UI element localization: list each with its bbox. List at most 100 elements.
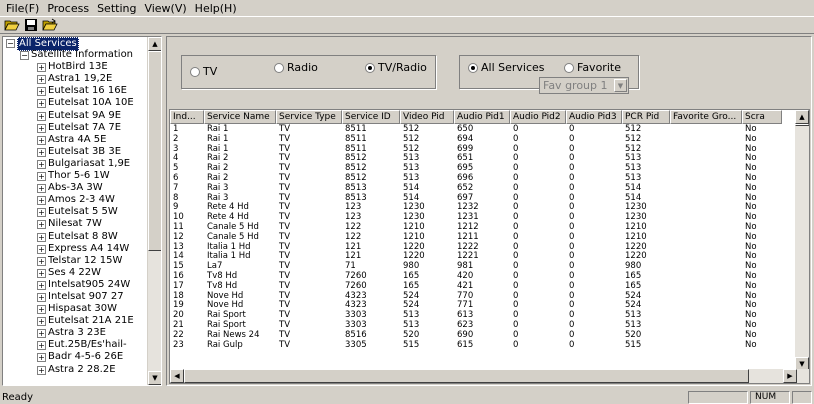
expand-icon[interactable]: +: [37, 123, 46, 133]
radio-all-services[interactable]: All Services: [468, 61, 545, 74]
table-row[interactable]: 3 Rai 1 TV 8511 512 699 0 0 512 No: [170, 144, 797, 154]
expand-icon[interactable]: +: [37, 244, 46, 254]
column-header[interactable]: Service Name: [204, 110, 276, 124]
expand-icon[interactable]: +: [37, 63, 46, 73]
tree-item-satellite[interactable]: + Eutelsat 8 8W: [3, 231, 149, 243]
radio-favorite[interactable]: Favorite: [564, 61, 621, 74]
chevron-down-icon[interactable]: ▼: [614, 79, 627, 92]
expand-icon[interactable]: +: [37, 292, 46, 302]
column-header[interactable]: Audio Pid3: [566, 110, 622, 124]
expand-icon[interactable]: +: [37, 99, 46, 109]
tree-item-satellite[interactable]: + Telstar 12 15W: [3, 255, 149, 267]
table-row[interactable]: 12 Canale 5 Hd TV 122 1210 1211 0 0 1210 No: [170, 232, 797, 242]
table-row[interactable]: 1 Rai 1 TV 8511 512 650 0 0 512 No: [170, 124, 797, 134]
table-row[interactable]: 6 Rai 2 TV 8512 513 696 0 0 513 No: [170, 173, 797, 183]
expand-icon[interactable]: +: [37, 172, 46, 182]
table-row[interactable]: 14 Italia 1 Hd TV 121 1220 1221 0 0 1220 No: [170, 251, 797, 261]
column-header[interactable]: Audio Pid1: [454, 110, 510, 124]
table-row[interactable]: 22 Rai News 24 TV 8516 520 690 0 0 520 No: [170, 330, 797, 340]
table-row[interactable]: 19 Nove Hd TV 4323 524 771 0 0 524 No: [170, 300, 797, 310]
table-row[interactable]: 18 Nove Hd TV 4323 524 770 0 0 524 No: [170, 291, 797, 301]
expand-icon[interactable]: +: [37, 147, 46, 157]
tree-item-satellite[interactable]: + Astra 4A 5E: [3, 134, 149, 146]
table-row[interactable]: 20 Rai Sport TV 3303 513 613 0 0 513 No: [170, 310, 797, 320]
tree-item-satellite[interactable]: + Eut.25B/Es'hail-: [3, 339, 149, 351]
expand-icon[interactable]: +: [37, 208, 46, 218]
column-header[interactable]: Audio Pid2: [510, 110, 566, 124]
column-header[interactable]: Service ID: [342, 110, 400, 124]
table-row[interactable]: 23 Rai Gulp TV 3305 515 615 0 0 515 No: [170, 340, 797, 350]
expand-icon[interactable]: +: [37, 256, 46, 266]
tree-item-satellite[interactable]: + Eutelsat 21A 21E: [3, 315, 149, 327]
radio-tv[interactable]: TV: [190, 65, 217, 78]
table-row[interactable]: 4 Rai 2 TV 8512 513 651 0 0 513 No: [170, 153, 797, 163]
menu-item-0[interactable]: File(F): [2, 2, 43, 15]
expand-icon[interactable]: +: [37, 305, 46, 315]
expand-icon[interactable]: +: [37, 341, 46, 351]
expand-icon[interactable]: +: [37, 268, 46, 278]
satellite-tree[interactable]: − All Services − Satellite Information + HotB…: [2, 36, 162, 386]
menu-item-1[interactable]: Process: [43, 2, 93, 15]
table-row[interactable]: 10 Rete 4 Hd TV 123 1230 1231 0 0 1230 No: [170, 212, 797, 222]
table-row[interactable]: 5 Rai 2 TV 8512 513 695 0 0 513 No: [170, 163, 797, 173]
table-row[interactable]: 8 Rai 3 TV 8513 514 697 0 0 514 No: [170, 193, 797, 203]
expand-icon[interactable]: +: [37, 111, 46, 121]
tree-item-satellite[interactable]: + Intelsat905 24W: [3, 279, 149, 291]
table-scroll-thumb[interactable]: [795, 124, 809, 126]
table-row[interactable]: 9 Rete 4 Hd TV 123 1230 1232 0 0 1230 No: [170, 202, 797, 212]
scroll-right-icon[interactable]: ▶: [783, 369, 797, 383]
expand-icon[interactable]: +: [37, 317, 46, 327]
scroll-down-icon[interactable]: ▼: [148, 371, 161, 385]
menu-item-3[interactable]: View(V): [140, 2, 190, 15]
menu-item-4[interactable]: Help(H): [191, 2, 241, 15]
tree-item-satellite[interactable]: + Astra 3 23E: [3, 327, 149, 339]
scroll-up-icon[interactable]: ▲: [148, 37, 161, 51]
column-header[interactable]: Service Type: [276, 110, 342, 124]
table-hscroll-thumb[interactable]: [184, 369, 749, 383]
column-header[interactable]: Favorite Gro...: [670, 110, 742, 124]
tree-item-satellite[interactable]: + Astra 2 28.2E: [3, 364, 149, 376]
expand-icon[interactable]: +: [37, 159, 46, 169]
expand-icon[interactable]: +: [37, 75, 46, 85]
column-header[interactable]: Scra: [742, 110, 782, 124]
table-row[interactable]: 2 Rai 1 TV 8511 512 694 0 0 512 No: [170, 134, 797, 144]
scroll-up-icon[interactable]: ▲: [795, 110, 809, 124]
tree-item-satellite[interactable]: + Astra1 19,2E: [3, 73, 149, 85]
tree-item-satellite[interactable]: + Nilesat 7W: [3, 218, 149, 230]
expand-icon[interactable]: +: [37, 280, 46, 290]
tree-item-satellite[interactable]: + Eutelsat 5 5W: [3, 206, 149, 218]
tree-item-satellite[interactable]: + Thor 5-6 1W: [3, 170, 149, 182]
tree-item-satellite[interactable]: + Abs-3A 3W: [3, 182, 149, 194]
expand-icon[interactable]: +: [37, 220, 46, 230]
scroll-left-icon[interactable]: ◀: [170, 369, 184, 383]
tree-root-all-services[interactable]: − All Services: [3, 37, 149, 51]
column-header[interactable]: Video Pid: [400, 110, 454, 124]
menu-item-2[interactable]: Setting: [93, 2, 140, 15]
tree-item-satellite[interactable]: + Amos 2-3 4W: [3, 194, 149, 206]
table-row[interactable]: 17 Tv8 Hd TV 7260 165 421 0 0 165 No: [170, 281, 797, 291]
expand-icon[interactable]: +: [37, 135, 46, 145]
tree-vertical-scrollbar[interactable]: ▲ ▼: [147, 37, 161, 385]
table-row[interactable]: 11 Canale 5 Hd TV 122 1210 1212 0 0 1210 No: [170, 222, 797, 232]
tree-item-satellite[interactable]: + Ses 4 22W: [3, 267, 149, 279]
tree-item-satellite[interactable]: + Eutelsat 7A 7E: [3, 122, 149, 134]
expand-icon[interactable]: +: [37, 232, 46, 242]
tree-item-satellite[interactable]: + Eutelsat 10A 10E: [3, 97, 149, 109]
tree-item-satellite[interactable]: + Intelsat 907 27: [3, 291, 149, 303]
save-disk-icon[interactable]: [22, 17, 40, 33]
tree-scroll-thumb[interactable]: [148, 51, 161, 251]
tree-item-satellite[interactable]: + Express A4 14W: [3, 243, 149, 255]
expand-icon[interactable]: +: [37, 353, 46, 363]
table-row[interactable]: 15 La7 TV 71 980 981 0 0 980 No: [170, 261, 797, 271]
fav-group-select[interactable]: Fav group 1 ▼: [539, 77, 629, 94]
table-row[interactable]: 7 Rai 3 TV 8513 514 652 0 0 514 No: [170, 183, 797, 193]
tree-item-satellite[interactable]: + Eutelsat 3B 3E: [3, 146, 149, 158]
expand-icon[interactable]: +: [37, 184, 46, 194]
collapse-icon[interactable]: −: [20, 51, 29, 61]
tree-item-satellite[interactable]: + Eutelsat 16 16E: [3, 85, 149, 97]
column-header[interactable]: PCR Pid: [622, 110, 670, 124]
radio-tv-radio[interactable]: TV/Radio: [365, 61, 427, 74]
tree-group-satellite-info[interactable]: − Satellite Information: [3, 49, 149, 61]
table-vertical-scrollbar[interactable]: ▲ ▼: [795, 110, 809, 371]
table-row[interactable]: 13 Italia 1 Hd TV 121 1220 1222 0 0 1220 No: [170, 242, 797, 252]
